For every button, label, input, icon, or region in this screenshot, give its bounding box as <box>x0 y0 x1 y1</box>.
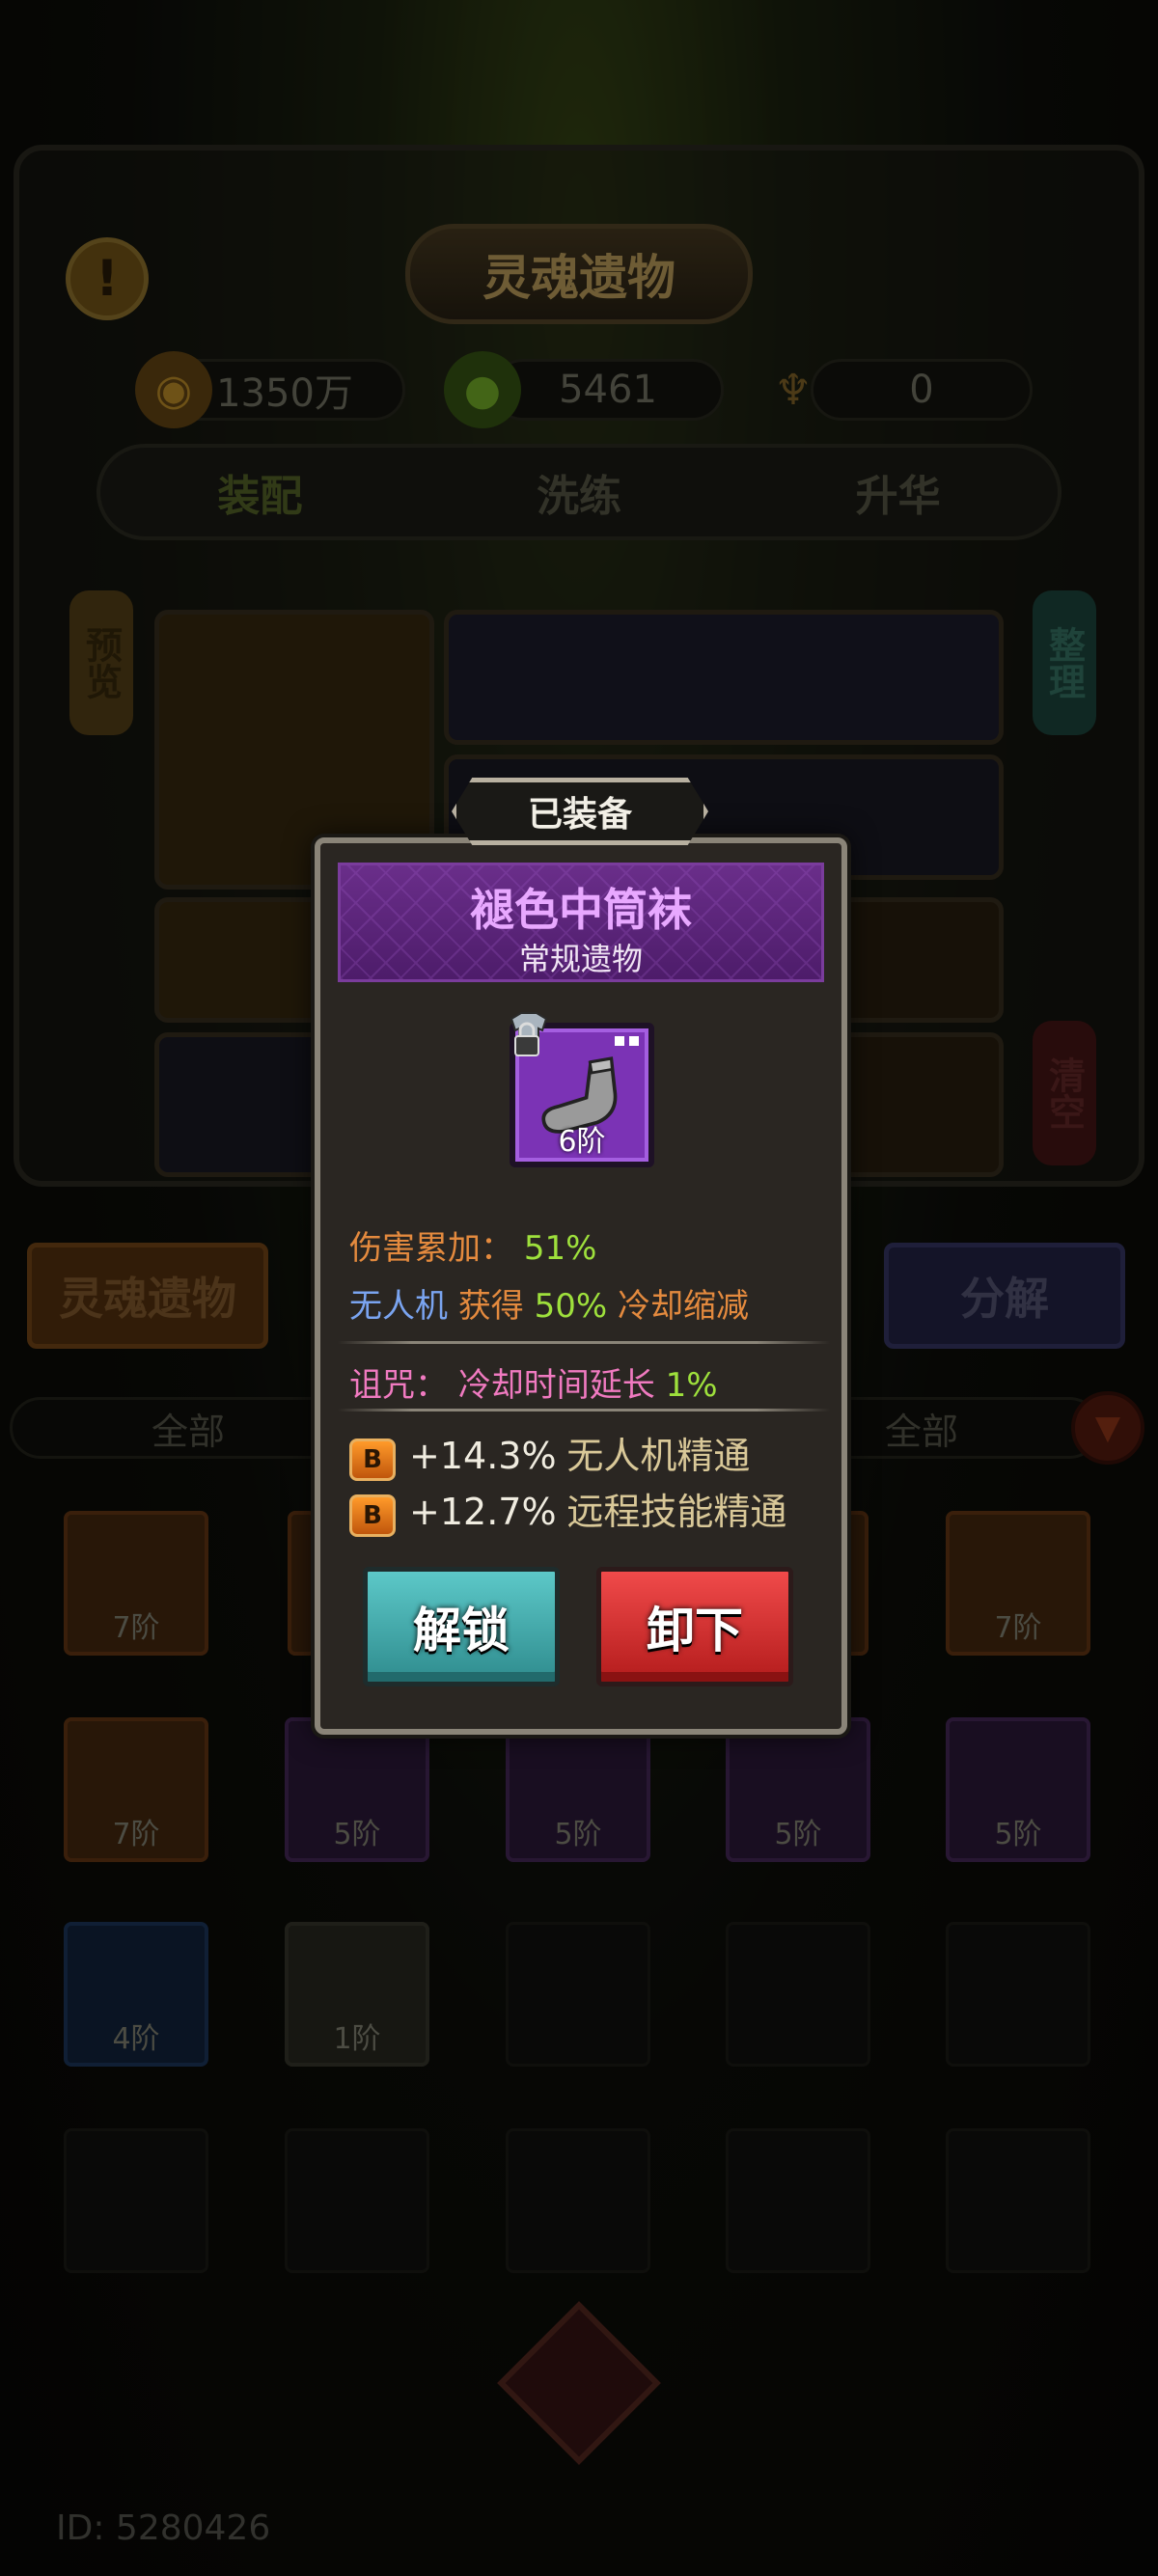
item-tier: 6阶 <box>558 1125 606 1159</box>
bonus-stat: B +12.7% 远程技能精通 <box>349 1482 786 1537</box>
bonus-text: 无人机精通 <box>566 1435 751 1477</box>
stat-subject: 无人机 <box>349 1287 448 1326</box>
stat-drone: 无人机 获得 50% 冷却缩减 <box>349 1279 749 1327</box>
unequip-button[interactable]: 卸下 <box>596 1567 793 1686</box>
stat-value: 50% <box>534 1287 608 1326</box>
divider <box>338 1341 830 1344</box>
bonus-value: +14.3% <box>409 1435 557 1477</box>
curse-text: 冷却时间延长 <box>457 1366 655 1405</box>
stat-verb: 获得 <box>457 1287 524 1326</box>
stat-curse: 诅咒： 冷却时间延长 1% <box>349 1358 718 1406</box>
stat-effect: 冷却缩减 <box>618 1287 750 1326</box>
divider <box>338 1409 830 1411</box>
equipped-tag: 已装备 <box>452 778 708 845</box>
item-name: 褪色中筒袜 <box>470 884 692 936</box>
stat-damage: 伤害累加： 51% <box>349 1221 596 1269</box>
bonus-stat: B +14.3% 无人机精通 <box>349 1426 750 1481</box>
bonus-text: 远程技能精通 <box>566 1491 787 1533</box>
item-type: 常规遗物 <box>518 941 643 977</box>
stat-value: 51% <box>523 1229 597 1268</box>
curse-value: 1% <box>665 1366 718 1405</box>
stat-label: 伤害累加： <box>349 1229 513 1268</box>
grade-badge: B <box>349 1494 396 1537</box>
curse-label: 诅咒： <box>349 1366 448 1405</box>
relic-detail-popup: 褪色中筒袜 常规遗物 6阶 伤害累加： 51% 无人机 获得 50% 冷却缩减 … <box>315 837 847 1735</box>
item-header: 褪色中筒袜 常规遗物 <box>338 863 824 982</box>
unlock-button[interactable]: 解锁 <box>363 1567 560 1686</box>
bonus-value: +12.7% <box>409 1491 557 1533</box>
grade-badge: B <box>349 1438 396 1481</box>
item-icon-card: 6阶 <box>510 1012 654 1167</box>
